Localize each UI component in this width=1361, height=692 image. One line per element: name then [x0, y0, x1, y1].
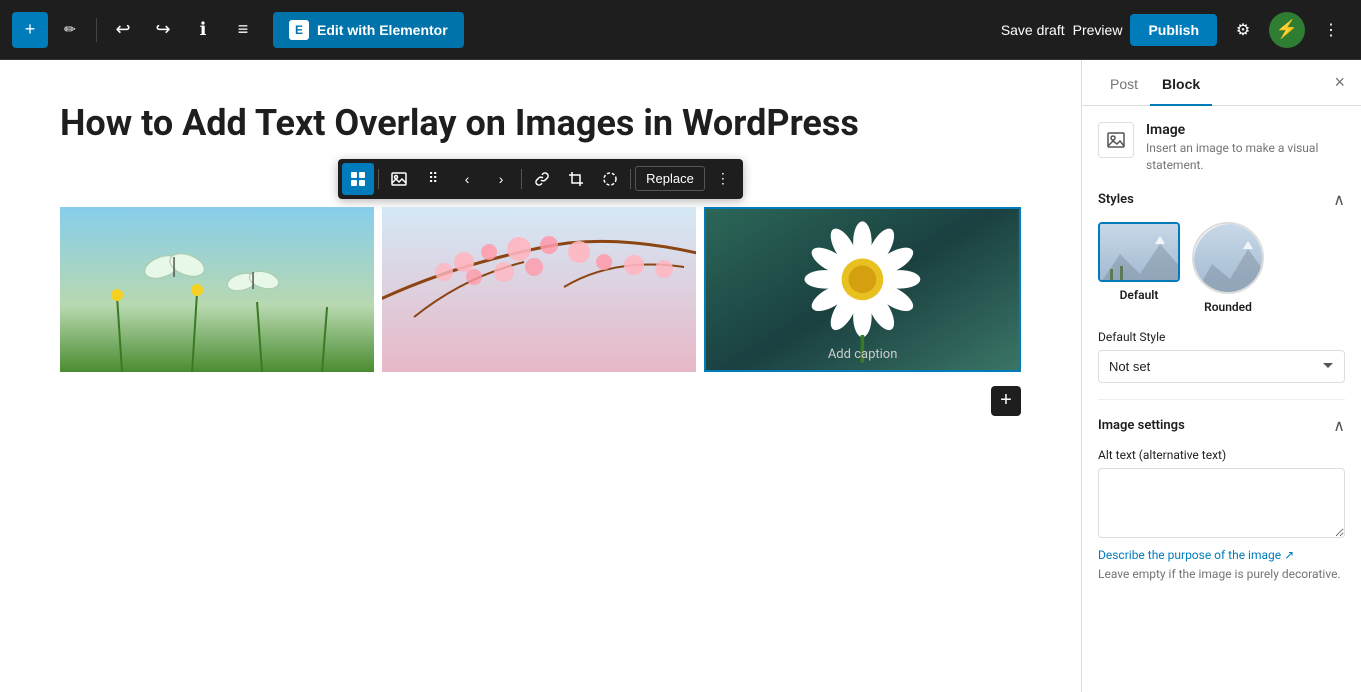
main-toolbar: + ✏ ↩ ↪ ℹ ≡ E Edit with Elementor Save d… — [0, 0, 1361, 60]
toolbar-divider-1 — [96, 18, 97, 42]
alt-text-label: Alt text (alternative text) — [1098, 448, 1345, 462]
sidebar-close-button[interactable]: × — [1334, 60, 1345, 105]
image-settings-collapse-button[interactable]: ∧ — [1333, 416, 1345, 436]
select-icon — [602, 171, 618, 187]
list-view-button[interactable]: ≡ — [225, 12, 261, 48]
right-sidebar: Post Block × Image Insert an image to ma… — [1081, 60, 1361, 692]
tab-block[interactable]: Block — [1150, 60, 1212, 106]
image-settings-title: Image settings — [1098, 418, 1185, 433]
block-info-text: Image Insert an image to make a visual s… — [1146, 122, 1345, 174]
toolbar-divider-2 — [521, 169, 522, 189]
sidebar-content: Image Insert an image to make a visual s… — [1082, 106, 1361, 692]
image-floating-toolbar: ⠿ ‹ › — [60, 159, 1021, 199]
save-draft-button[interactable]: Save draft — [1001, 22, 1065, 38]
cherry-image-svg — [382, 207, 696, 372]
section-divider — [1098, 399, 1345, 400]
replace-button[interactable]: Replace — [635, 166, 705, 191]
image-icon-button[interactable] — [383, 163, 415, 195]
alt-text-input[interactable] — [1098, 468, 1345, 538]
block-name: Image — [1146, 122, 1345, 138]
style-options: Default — [1098, 222, 1345, 314]
alt-text-row: Alt text (alternative text) Describe the… — [1098, 448, 1345, 583]
more-options-button[interactable]: ⋮ — [1313, 12, 1349, 48]
redo-button[interactable]: ↪ — [145, 12, 181, 48]
style-thumb-rounded — [1192, 222, 1264, 294]
bolt-icon-button[interactable]: ⚡ — [1269, 12, 1305, 48]
link-icon — [534, 171, 550, 187]
tab-post[interactable]: Post — [1098, 60, 1150, 106]
more-button[interactable]: ⋮ — [707, 163, 739, 195]
prev-button[interactable]: ‹ — [451, 163, 483, 195]
gallery-image-2[interactable] — [382, 207, 696, 372]
image-icon — [391, 171, 407, 187]
add-block-button[interactable]: + — [991, 386, 1021, 416]
style-label-rounded: Rounded — [1204, 300, 1252, 314]
image-settings-section: Image settings ∧ Alt text (alternative t… — [1098, 416, 1345, 583]
describe-purpose-link[interactable]: Describe the purpose of the image ↗ — [1098, 548, 1345, 562]
preview-button[interactable]: Preview — [1073, 22, 1123, 38]
style-option-default[interactable]: Default — [1098, 222, 1180, 314]
settings-icon-button[interactable]: ⚙ — [1225, 12, 1261, 48]
edit-elementor-label: Edit with Elementor — [317, 22, 448, 38]
gallery-icon — [350, 171, 366, 187]
edit-elementor-button[interactable]: E Edit with Elementor — [273, 12, 464, 48]
tools-button[interactable]: ✏ — [52, 12, 88, 48]
link-button[interactable] — [526, 163, 558, 195]
sidebar-tabs: Post Block × — [1082, 60, 1361, 106]
default-style-label: Default Style — [1098, 330, 1345, 344]
style-label-default: Default — [1120, 288, 1159, 302]
image-block: ⠿ ‹ › — [60, 207, 1021, 372]
image-gallery: Add caption — [60, 207, 1021, 372]
block-description: Insert an image to make a visual stateme… — [1146, 140, 1345, 174]
butterfly-image-svg — [60, 207, 374, 372]
styles-section: Styles ∧ — [1098, 190, 1345, 383]
rounded-style-preview — [1194, 224, 1264, 294]
style-option-rounded[interactable]: Rounded — [1192, 222, 1264, 314]
gallery-image-1[interactable] — [60, 207, 374, 372]
styles-section-header: Styles ∧ — [1098, 190, 1345, 210]
gallery-image-3[interactable]: Add caption — [704, 207, 1021, 372]
block-type-icon — [1098, 122, 1134, 158]
next-button[interactable]: › — [485, 163, 517, 195]
image-settings-header: Image settings ∧ — [1098, 416, 1345, 436]
undo-button[interactable]: ↩ — [105, 12, 141, 48]
image-toolbar-wrap: ⠿ ‹ › — [338, 159, 743, 199]
crop-icon — [568, 171, 584, 187]
info-button[interactable]: ℹ — [185, 12, 221, 48]
toolbar-divider — [378, 169, 379, 189]
default-style-row: Default Style Not set Default Rounded — [1098, 330, 1345, 383]
select-button[interactable] — [594, 163, 626, 195]
styles-collapse-button[interactable]: ∧ — [1333, 190, 1345, 210]
main-layout: How to Add Text Overlay on Images in Wor… — [0, 60, 1361, 692]
add-block-toolbar-button[interactable]: + — [12, 12, 48, 48]
block-info: Image Insert an image to make a visual s… — [1098, 122, 1345, 174]
editor-area: How to Add Text Overlay on Images in Wor… — [0, 60, 1081, 692]
styles-title: Styles — [1098, 192, 1134, 207]
drag-handle-button[interactable]: ⠿ — [417, 163, 449, 195]
default-style-select[interactable]: Not set Default Rounded — [1098, 350, 1345, 383]
crop-button[interactable] — [560, 163, 592, 195]
alt-text-hint: Leave empty if the image is purely decor… — [1098, 566, 1345, 583]
default-style-preview — [1100, 224, 1180, 282]
gallery-view-button[interactable] — [342, 163, 374, 195]
image-block-icon — [1106, 130, 1126, 150]
toolbar-right: Save draft Preview Publish ⚙ ⚡ ⋮ — [1001, 12, 1349, 48]
elementor-logo: E — [289, 20, 309, 40]
post-title: How to Add Text Overlay on Images in Wor… — [60, 100, 1021, 147]
toolbar-divider-3 — [630, 169, 631, 189]
image-caption[interactable]: Add caption — [828, 347, 898, 362]
style-thumb-default — [1098, 222, 1180, 282]
publish-button[interactable]: Publish — [1130, 14, 1217, 46]
